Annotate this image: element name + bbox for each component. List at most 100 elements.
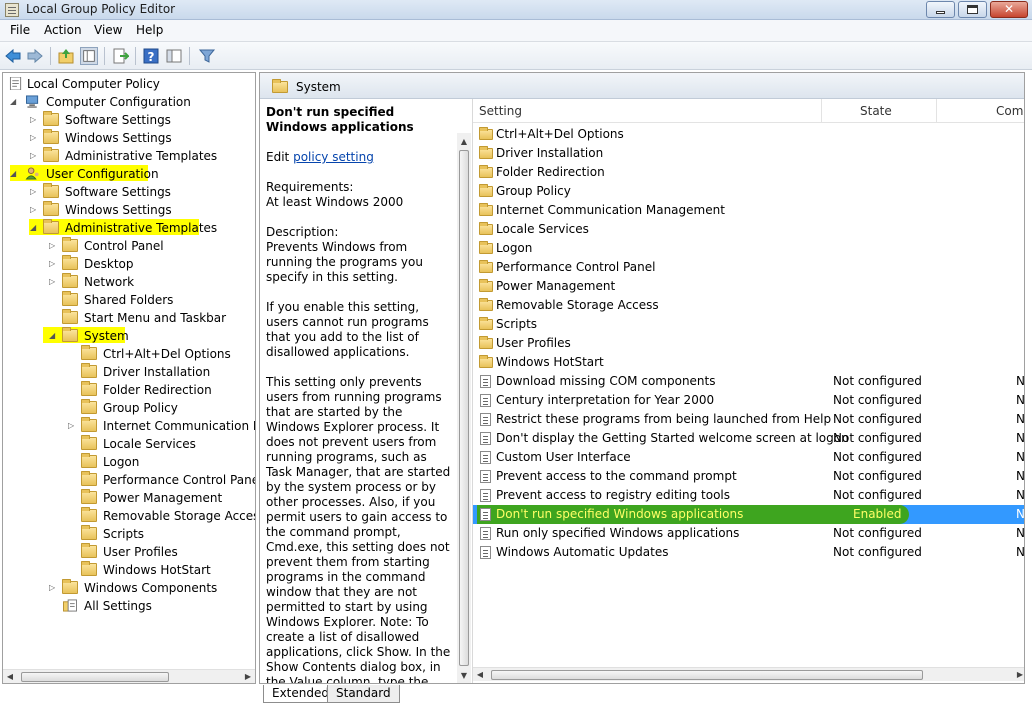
policy-setting-icon	[480, 508, 491, 521]
list-folder-row[interactable]: Performance Control Panel	[473, 258, 1024, 277]
list-folder-row[interactable]: Power Management	[473, 277, 1024, 296]
list-setting-row[interactable]: Restrict these programs from being launc…	[473, 410, 1025, 429]
list-horizontal-scrollbar[interactable]: ◀ ▶	[473, 667, 1024, 682]
column-separator[interactable]	[821, 99, 822, 123]
setting-comment: N	[1016, 507, 1025, 521]
collapsed-arrow-icon[interactable]: ▷	[68, 420, 78, 432]
setting-comment: N	[1016, 393, 1025, 407]
setting-comment: N	[1016, 412, 1025, 426]
collapsed-arrow-icon[interactable]: ▷	[30, 204, 40, 216]
folder-icon	[479, 260, 493, 273]
collapsed-arrow-icon[interactable]: ▷	[30, 186, 40, 198]
up-folder-icon[interactable]	[57, 47, 75, 65]
menu-file[interactable]: File	[10, 23, 30, 37]
folder-icon	[43, 129, 59, 144]
list-folder-row[interactable]: Internet Communication Management	[473, 201, 1024, 220]
menu-help[interactable]: Help	[136, 23, 163, 37]
list-setting-row[interactable]: Windows Automatic Updates Not configured N	[473, 543, 1024, 562]
expanded-arrow-icon[interactable]: ◢	[30, 222, 40, 234]
setting-name: Windows Automatic Updates	[496, 545, 669, 559]
maximize-icon	[967, 5, 978, 14]
tab-standard[interactable]: Standard	[327, 685, 400, 703]
collapsed-arrow-icon[interactable]: ▷	[49, 582, 59, 594]
back-arrow-icon[interactable]	[4, 47, 22, 65]
settings-list: Setting State Com Ctrl+Alt+Del Options Dr…	[472, 99, 1025, 683]
column-header-state[interactable]: State	[860, 104, 892, 118]
collapsed-arrow-icon[interactable]: ▷	[30, 114, 40, 126]
setting-state: Not configured	[833, 374, 922, 388]
list-folder-row[interactable]: Ctrl+Alt+Del Options	[473, 125, 1024, 144]
list-setting-row[interactable]: Prevent access to registry editing tools…	[473, 486, 1025, 505]
setting-state: Not configured	[833, 526, 922, 540]
column-header-setting[interactable]: Setting	[479, 104, 522, 118]
list-folder-row[interactable]: Scripts	[473, 315, 1024, 334]
list-folder-row[interactable]: Folder Redirection	[473, 163, 1024, 182]
setting-state: Not configured	[833, 393, 922, 407]
scroll-up-arrow-icon[interactable]: ▲	[457, 135, 471, 149]
menu-view[interactable]: View	[94, 23, 122, 37]
extended-description: Don't run specified Windows applications…	[266, 105, 452, 683]
tree-horizontal-scrollbar[interactable]: ◀ ▶	[3, 669, 255, 683]
toolbar: ?	[0, 42, 1032, 70]
maximize-button[interactable]	[958, 1, 987, 18]
scroll-right-arrow-icon[interactable]: ▶	[1013, 668, 1024, 682]
scroll-left-arrow-icon[interactable]: ◀	[3, 670, 17, 683]
collapsed-arrow-icon[interactable]: ▷	[30, 132, 40, 144]
setting-comment: N	[1016, 488, 1025, 502]
collapsed-arrow-icon[interactable]: ▷	[49, 276, 59, 288]
scrollbar-thumb[interactable]	[491, 670, 923, 680]
list-folder-row[interactable]: Removable Storage Access	[473, 296, 1024, 315]
expanded-arrow-icon[interactable]: ◢	[10, 168, 20, 180]
filter-icon[interactable]	[198, 47, 216, 65]
expanded-arrow-icon[interactable]: ◢	[49, 330, 59, 342]
show-hide-tree-icon[interactable]	[80, 47, 98, 65]
description-section: Description: Prevents Windows from runnin…	[266, 225, 423, 284]
list-setting-row[interactable]: Prevent access to the command prompt Not …	[473, 467, 1024, 486]
expanded-arrow-icon[interactable]: ◢	[10, 96, 20, 108]
folder-name: User Profiles	[496, 336, 571, 350]
collapsed-arrow-icon[interactable]: ▷	[49, 240, 59, 252]
menu-action[interactable]: Action	[44, 23, 82, 37]
toolbar-separator	[104, 47, 105, 65]
help-icon[interactable]: ?	[142, 47, 160, 65]
setting-name: Restrict these programs from being launc…	[496, 412, 832, 426]
scrollbar-thumb[interactable]	[459, 150, 469, 666]
minimize-button[interactable]	[926, 1, 955, 18]
scroll-right-arrow-icon[interactable]: ▶	[241, 670, 255, 683]
edit-policy-setting-link[interactable]: policy setting	[293, 150, 374, 164]
column-separator[interactable]	[936, 99, 937, 123]
export-list-icon[interactable]	[111, 47, 129, 65]
setting-comment: N	[1016, 526, 1025, 540]
list-folder-row[interactable]: Locale Services	[473, 220, 1024, 239]
folder-name: Internet Communication Management	[496, 203, 725, 217]
collapsed-arrow-icon[interactable]: ▷	[49, 258, 59, 270]
list-folder-row[interactable]: Logon	[473, 239, 1024, 258]
list-folder-row[interactable]: Windows HotStart	[473, 353, 1024, 372]
collapsed-arrow-icon[interactable]: ▷	[30, 150, 40, 162]
properties-icon[interactable]	[165, 47, 183, 65]
folder-icon	[479, 184, 493, 197]
close-button[interactable]: ✕	[990, 1, 1028, 18]
window-title: Local Group Policy Editor	[26, 2, 176, 16]
list-setting-row[interactable]: Century interpretation for Year 2000 Not …	[473, 391, 1025, 410]
description-vertical-scrollbar[interactable]: ▲ ▼	[457, 133, 471, 683]
user-icon	[25, 167, 39, 180]
scrollbar-thumb[interactable]	[21, 672, 169, 682]
list-folder-row[interactable]: Group Policy	[473, 182, 1024, 201]
folder-open-icon	[62, 327, 78, 342]
scroll-down-arrow-icon[interactable]: ▼	[457, 669, 471, 683]
list-setting-row[interactable]: Don't display the Getting Started welcom…	[473, 429, 1024, 448]
scroll-left-arrow-icon[interactable]: ◀	[473, 668, 487, 682]
forward-arrow-icon[interactable]	[26, 47, 44, 65]
list-header: Setting State Com	[473, 99, 1024, 123]
list-folder-row[interactable]: Driver Installation	[473, 144, 1024, 163]
list-setting-row[interactable]: Custom User Interface Not configured N	[473, 448, 1024, 467]
list-folder-row[interactable]: User Profiles	[473, 334, 1024, 353]
column-header-comment[interactable]: Com	[996, 104, 1023, 118]
list-setting-row-selected[interactable]: Don't run specified Windows applications…	[473, 505, 1025, 524]
list-setting-row[interactable]: Download missing COM components Not confi…	[473, 372, 1024, 391]
list-setting-row[interactable]: Run only specified Windows applications N…	[473, 524, 1025, 543]
setting-name: Century interpretation for Year 2000	[496, 393, 715, 407]
folder-icon	[81, 399, 97, 414]
policy-setting-icon	[480, 489, 491, 502]
